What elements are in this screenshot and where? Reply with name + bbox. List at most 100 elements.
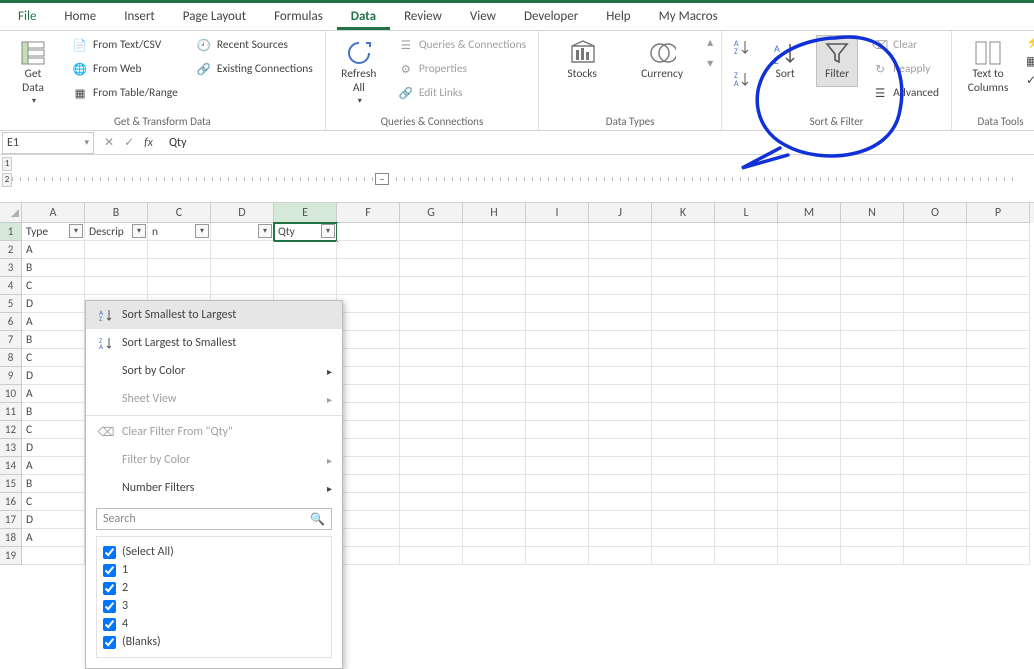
cell[interactable] [274, 277, 337, 295]
cell[interactable]: A [22, 241, 85, 259]
cell[interactable] [778, 421, 841, 439]
cell[interactable] [589, 277, 652, 295]
cell[interactable] [841, 295, 904, 313]
cell[interactable] [967, 331, 1030, 349]
cell[interactable] [463, 241, 526, 259]
cell[interactable] [526, 223, 589, 241]
cell[interactable] [463, 547, 526, 565]
tab-page-layout[interactable]: Page Layout [169, 5, 260, 30]
cell[interactable] [715, 493, 778, 511]
cell[interactable] [904, 421, 967, 439]
cell[interactable] [589, 295, 652, 313]
queries-connections-button[interactable]: ☰Queries & Connections [394, 35, 530, 55]
filter-check-item[interactable]: 1 [103, 561, 325, 579]
cell[interactable] [778, 367, 841, 385]
cell[interactable] [211, 259, 274, 277]
cell[interactable] [967, 529, 1030, 547]
cell[interactable] [778, 439, 841, 457]
cell[interactable] [400, 439, 463, 457]
cell[interactable] [463, 385, 526, 403]
cell[interactable] [337, 439, 400, 457]
cell[interactable] [904, 547, 967, 565]
cell[interactable] [967, 439, 1030, 457]
cell[interactable] [715, 403, 778, 421]
cell[interactable] [148, 277, 211, 295]
sort-largest-smallest-item[interactable]: ZA Sort Largest to Smallest [86, 329, 342, 357]
column-header-L[interactable]: L [715, 203, 778, 223]
cell[interactable] [589, 421, 652, 439]
filter-check-item[interactable]: 4 [103, 615, 325, 633]
cell[interactable]: D [22, 439, 85, 457]
filter-checkbox[interactable] [103, 600, 116, 613]
cell[interactable] [337, 403, 400, 421]
row-header[interactable]: 13 [0, 439, 22, 457]
data-validation-icon[interactable]: ✓ [1026, 73, 1034, 88]
cell[interactable] [715, 439, 778, 457]
cell[interactable] [463, 367, 526, 385]
cell[interactable] [778, 223, 841, 241]
filter-check-item[interactable]: (Select All) [103, 543, 325, 561]
cell[interactable] [337, 349, 400, 367]
cell[interactable] [904, 313, 967, 331]
cell[interactable] [589, 493, 652, 511]
cell[interactable] [589, 241, 652, 259]
number-filters-item[interactable]: Number Filters ▸ [86, 474, 342, 502]
cell[interactable] [841, 331, 904, 349]
refresh-all-button[interactable]: RefreshAll ▾ [334, 35, 384, 111]
remove-duplicates-icon[interactable]: ▦ [1026, 54, 1034, 69]
cell[interactable] [463, 403, 526, 421]
cell[interactable] [526, 313, 589, 331]
from-table-range-button[interactable]: ▦From Table/Range [68, 83, 182, 103]
cell[interactable] [274, 259, 337, 277]
cell[interactable] [778, 331, 841, 349]
filter-dropdown-button[interactable] [69, 224, 83, 238]
cell[interactable]: A [22, 385, 85, 403]
cell[interactable] [526, 457, 589, 475]
tab-developer[interactable]: Developer [510, 5, 592, 30]
advanced-button[interactable]: ☰Advanced [868, 83, 943, 103]
cell[interactable] [400, 457, 463, 475]
existing-connections-button[interactable]: 🔗Existing Connections [192, 59, 317, 79]
cell[interactable] [841, 277, 904, 295]
cell[interactable] [967, 475, 1030, 493]
cell[interactable] [526, 421, 589, 439]
cell[interactable]: A [22, 457, 85, 475]
cell[interactable] [400, 385, 463, 403]
cell[interactable] [589, 475, 652, 493]
cell[interactable] [715, 331, 778, 349]
cell[interactable] [400, 223, 463, 241]
cell[interactable] [400, 259, 463, 277]
cell[interactable] [589, 457, 652, 475]
cell[interactable] [526, 493, 589, 511]
cell[interactable] [652, 385, 715, 403]
cell[interactable] [463, 349, 526, 367]
cell[interactable] [652, 259, 715, 277]
filter-checkbox[interactable] [103, 582, 116, 595]
tab-my-macros[interactable]: My Macros [645, 5, 732, 30]
cell[interactable] [526, 241, 589, 259]
flash-fill-icon[interactable]: ⚡ [1026, 35, 1034, 50]
cell[interactable] [841, 457, 904, 475]
cell[interactable] [778, 349, 841, 367]
tab-data[interactable]: Data [337, 5, 390, 30]
name-box[interactable]: E1 ▾ [2, 132, 94, 154]
cell[interactable] [337, 331, 400, 349]
cell[interactable] [841, 511, 904, 529]
cell[interactable] [904, 457, 967, 475]
cell[interactable] [211, 241, 274, 259]
cell[interactable]: B [22, 475, 85, 493]
cell[interactable] [400, 313, 463, 331]
filter-dropdown-button[interactable] [195, 224, 209, 238]
cell[interactable] [841, 403, 904, 421]
cell[interactable] [778, 385, 841, 403]
sort-desc-small-icon[interactable]: ZA [730, 67, 754, 91]
cell[interactable] [400, 547, 463, 565]
cell[interactable] [778, 547, 841, 565]
cell[interactable] [967, 547, 1030, 565]
cell[interactable] [337, 511, 400, 529]
cell[interactable] [841, 259, 904, 277]
cell[interactable] [715, 367, 778, 385]
cell[interactable] [778, 241, 841, 259]
cell[interactable] [337, 241, 400, 259]
row-header[interactable]: 7 [0, 331, 22, 349]
